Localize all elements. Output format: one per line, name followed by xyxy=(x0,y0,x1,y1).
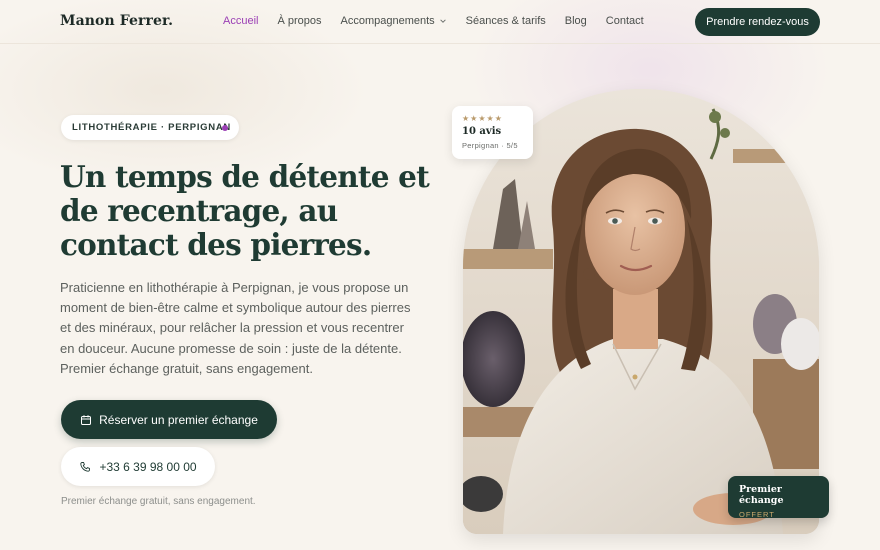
calendar-icon xyxy=(81,414,92,425)
phone-icon xyxy=(80,461,91,472)
nav-item-contact[interactable]: Contact xyxy=(606,15,644,27)
chevron-down-icon xyxy=(439,19,446,23)
nav-item-accueil[interactable]: Accueil xyxy=(223,15,258,27)
phone-number: +33 6 39 98 00 00 xyxy=(99,459,197,474)
brand-logo[interactable]: Manon Ferrer. xyxy=(60,13,173,29)
phone-button[interactable]: +33 6 39 98 00 00 xyxy=(61,447,215,486)
nav-item-blog[interactable]: Blog xyxy=(565,15,587,27)
hero-description: Praticienne en lithothérapie à Perpignan… xyxy=(60,280,411,376)
nav-item-accompagnements[interactable]: Accompagnements xyxy=(341,15,447,27)
reserve-first-exchange-button[interactable]: Réserver un premier échange xyxy=(61,400,277,439)
offer-subtitle: OFFERT xyxy=(739,510,775,519)
review-card: ★★★★★ 10 avis Perpignan · 5/5 xyxy=(452,106,533,159)
offer-title: Premier échange xyxy=(739,484,784,506)
reserve-first-exchange-label: Réserver un premier échange xyxy=(99,412,258,427)
nav-item-a-propos[interactable]: À propos xyxy=(277,15,321,27)
nav-item-seances-tarifs[interactable]: Séances & tarifs xyxy=(466,15,546,27)
book-appointment-button[interactable]: Prendre rendez-vous xyxy=(695,8,820,36)
nav-links: Accueil À propos Accompagnements Séances… xyxy=(223,15,663,27)
hero-footnote: Premier échange gratuit, sans engagement… xyxy=(61,496,256,507)
rating-stars: ★★★★★ xyxy=(462,114,503,123)
hero-title: Un temps de détente et de recentrage, au… xyxy=(60,159,430,262)
review-count: 10 avis xyxy=(462,126,502,137)
location-badge-label: LITHOTHÉRAPIE · PERPIGNAN xyxy=(72,122,231,133)
offer-card: Premier échange OFFERT xyxy=(728,476,829,519)
badge-dot xyxy=(222,125,228,131)
nav-item-accompagnements-label: Accompagnements xyxy=(340,15,435,27)
top-navigation: Manon Ferrer. Accueil À propos Accompagn… xyxy=(0,0,880,44)
location-badge: LITHOTHÉRAPIE · PERPIGNAN xyxy=(61,115,239,140)
review-location-score: Perpignan · 5/5 xyxy=(462,141,518,150)
